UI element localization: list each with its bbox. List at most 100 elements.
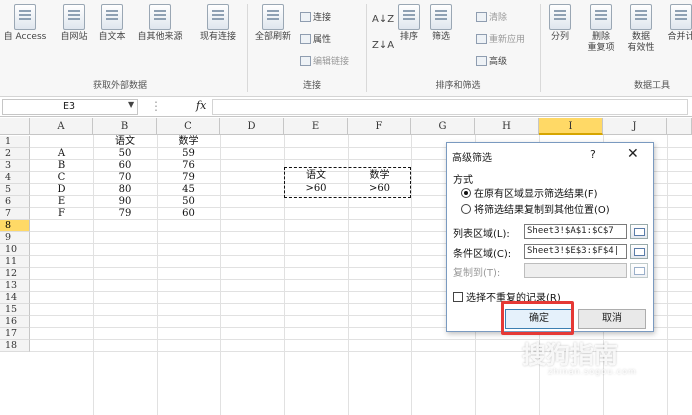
advanced-filter-button[interactable]: 高级 <box>476 56 507 68</box>
split-columns-icon <box>549 4 571 30</box>
refresh-all-button[interactable]: 全部刷新 <box>251 4 295 43</box>
range-picker-icon[interactable] <box>630 263 648 278</box>
fx-icon[interactable]: fx <box>196 99 206 112</box>
clear-icon <box>476 12 487 22</box>
option-filter-in-place[interactable]: 在原有区域显示筛选结果(F) <box>461 185 598 200</box>
grid-line <box>667 135 668 415</box>
sort-button[interactable]: 排序 <box>395 4 423 43</box>
select-all-corner[interactable] <box>0 118 30 135</box>
radio-icon[interactable] <box>461 204 471 214</box>
cell-c3[interactable]: 76 <box>157 160 220 172</box>
column-header[interactable]: J <box>603 118 667 135</box>
row-header[interactable]: 15 <box>0 304 30 316</box>
cell-a3[interactable]: B <box>30 160 93 172</box>
advanced-icon <box>476 56 487 66</box>
connections-file-icon <box>207 4 229 30</box>
cell-a4[interactable]: C <box>30 172 93 184</box>
access-icon <box>14 4 36 30</box>
row-header[interactable]: 14 <box>0 292 30 304</box>
cell-a2[interactable]: A <box>30 148 93 160</box>
cell-c4[interactable]: 79 <box>157 172 220 184</box>
row-header[interactable]: 3 <box>0 160 30 172</box>
cell-a6[interactable]: E <box>30 196 93 208</box>
from-web-button[interactable]: 自网站 <box>56 4 92 43</box>
formula-input[interactable] <box>212 99 688 115</box>
row-header[interactable]: 16 <box>0 316 30 328</box>
row-header[interactable]: 12 <box>0 268 30 280</box>
column-header[interactable]: E <box>284 118 348 135</box>
column-header[interactable]: F <box>348 118 411 135</box>
text-to-columns-button[interactable]: 分列 <box>546 4 574 43</box>
from-access-button[interactable]: 自 Access <box>2 4 48 43</box>
option-copy-to-location[interactable]: 将筛选结果复制到其他位置(O) <box>461 201 610 216</box>
existing-connections-button[interactable]: 现有连接 <box>193 4 243 43</box>
cell-b6[interactable]: 90 <box>93 196 157 208</box>
radio-selected-icon[interactable] <box>461 188 471 198</box>
cell-c1[interactable]: 数学 <box>157 136 220 148</box>
row-header[interactable]: 13 <box>0 280 30 292</box>
row-header[interactable]: 4 <box>0 172 30 184</box>
consolidate-button[interactable]: 合并计 <box>664 4 692 43</box>
row-header[interactable]: 9 <box>0 232 30 244</box>
column-header[interactable]: D <box>220 118 284 135</box>
clear-filter-button[interactable]: 清除 <box>476 12 507 24</box>
range-picker-icon[interactable] <box>630 244 648 259</box>
from-text-button[interactable]: 自文本 <box>93 4 131 43</box>
column-header[interactable]: A <box>30 118 93 135</box>
cell-c2[interactable]: 59 <box>157 148 220 160</box>
chevron-down-icon[interactable]: ▼ <box>128 100 134 109</box>
cell-b3[interactable]: 60 <box>93 160 157 172</box>
close-icon[interactable]: ✕ <box>627 146 639 162</box>
filter-button[interactable]: 筛选 <box>426 4 456 43</box>
row-header[interactable]: 18 <box>0 340 30 352</box>
row-header[interactable]: 1 <box>0 136 30 148</box>
column-header[interactable]: G <box>411 118 475 135</box>
cell-c5[interactable]: 45 <box>157 184 220 196</box>
row-header-selected[interactable]: 8 <box>0 220 30 232</box>
cell-c7[interactable]: 60 <box>157 208 220 220</box>
row-header[interactable]: 5 <box>0 184 30 196</box>
checkbox-icon[interactable] <box>453 292 463 302</box>
grid-line <box>220 135 221 415</box>
column-header[interactable]: B <box>93 118 157 135</box>
group-label-connections: 连接 <box>302 81 321 91</box>
row-header[interactable]: 6 <box>0 196 30 208</box>
sort-az-button[interactable]: A↓Z <box>372 14 394 26</box>
range-picker-icon[interactable] <box>630 224 648 239</box>
row-header[interactable]: 11 <box>0 256 30 268</box>
cell-a7[interactable]: F <box>30 208 93 220</box>
ribbon-separator <box>366 4 367 92</box>
cell-b1[interactable]: 语文 <box>93 136 157 148</box>
help-icon[interactable]: ? <box>590 148 596 161</box>
column-header[interactable] <box>667 118 692 135</box>
column-header[interactable]: H <box>475 118 539 135</box>
criteria-range-input[interactable]: Sheet3!$E$3:$F$4| <box>524 244 627 259</box>
column-header-selected[interactable]: I <box>539 118 603 135</box>
name-box[interactable]: E3 <box>2 99 138 115</box>
connections-button[interactable]: 连接 <box>300 12 331 24</box>
ribbon-separator <box>247 4 248 92</box>
cell-a5[interactable]: D <box>30 184 93 196</box>
remove-duplicates-button[interactable]: 删除 重复项 <box>582 4 620 54</box>
row-header[interactable]: 10 <box>0 244 30 256</box>
cell-b5[interactable]: 80 <box>93 184 157 196</box>
row-header[interactable]: 17 <box>0 328 30 340</box>
copy-to-input[interactable] <box>524 263 627 278</box>
dialog-title: 高级筛选 <box>452 153 492 164</box>
cell-b4[interactable]: 70 <box>93 172 157 184</box>
cancel-button[interactable]: 取消 <box>578 309 646 329</box>
edit-links-button[interactable]: 编辑链接 <box>300 56 349 68</box>
properties-button[interactable]: 属性 <box>300 34 331 46</box>
column-header[interactable]: C <box>157 118 220 135</box>
ribbon-separator <box>540 4 541 92</box>
cell-b2[interactable]: 50 <box>93 148 157 160</box>
cell-b7[interactable]: 79 <box>93 208 157 220</box>
row-header[interactable]: 2 <box>0 148 30 160</box>
reapply-button[interactable]: 重新应用 <box>476 34 525 46</box>
data-validation-button[interactable]: 数据 有效性 <box>622 4 660 54</box>
row-header[interactable]: 7 <box>0 208 30 220</box>
from-other-sources-button[interactable]: 自其他来源 <box>131 4 189 43</box>
cell-c6[interactable]: 50 <box>157 196 220 208</box>
sort-za-button[interactable]: Z↓A <box>372 40 394 52</box>
list-range-input[interactable]: Sheet3!$A$1:$C$7 <box>524 224 627 239</box>
